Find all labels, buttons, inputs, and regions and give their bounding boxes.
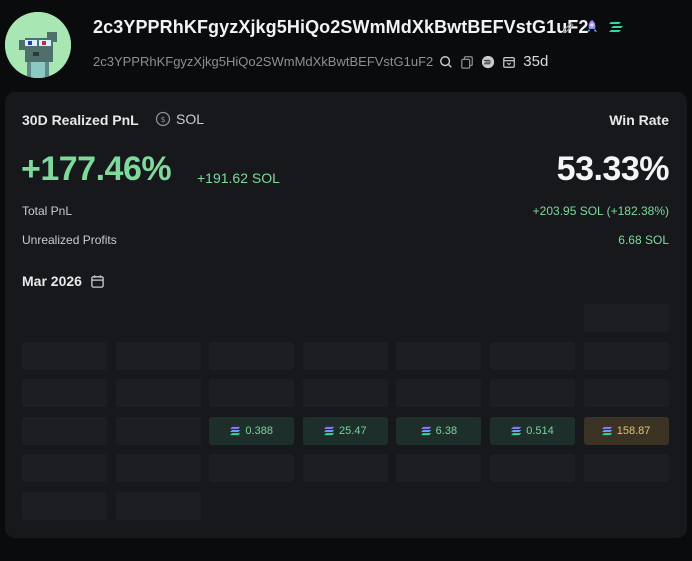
win-rate-value: 53.33% [556,150,670,188]
calendar-day [209,454,295,482]
currency-label: SOL [176,111,205,127]
sol-icon [511,426,522,436]
wallet-title: 2c3YPPRhKFgyzXjkg5HiQo2SWmMdXkBwtBEFVstG… [93,17,589,37]
month-picker[interactable]: Mar 2026 [22,273,106,289]
chain-icon[interactable] [480,54,496,70]
calendar-day [583,454,669,482]
calendar-day [490,341,575,370]
calendar-day-value: 6.38 [435,424,458,437]
calendar-day [115,341,201,370]
sol-icon [230,426,241,436]
unrealized-label: Unrealized Profits [22,233,117,247]
svg-text:$: $ [160,115,165,124]
unrealized-value: 6.68 SOL [618,233,669,247]
wallet-header: 2c3YPPRhKFgyzXjkg5HiQo2SWmMdXkBwtBEFVstG… [0,0,692,88]
currency-toggle[interactable]: $ SOL [155,111,204,127]
copy-icon[interactable] [459,54,475,70]
calendar-day [22,416,107,445]
calendar-day-pnl: 158.87 [583,416,669,445]
calendar-icon[interactable] [90,273,106,289]
calendar-day-value: 25.47 [339,424,367,437]
calendar-day [396,454,482,482]
pencil-icon[interactable] [560,19,576,35]
calendar-day-value: 0.388 [245,424,273,437]
calendar-day [22,454,107,482]
calendar-day [302,341,388,370]
realized-pnl-percent: +177.46% [21,150,172,188]
pnl-calendar: 0.388 25.47 6.38 0.514 158.87 [22,304,669,522]
calendar-day [209,341,295,370]
calendar-day [583,304,669,332]
calendar-day [490,379,575,407]
wallet-subrow: 2c3YPPRhKFgyzXjkg5HiQo2SWmMdXkBwtBEFVstG… [93,53,548,70]
calendar-box-icon [501,54,517,70]
calendar-day [115,416,201,445]
currency-icon: $ [155,111,171,127]
calendar-day [302,454,388,482]
total-pnl-label: Total PnL [22,204,73,218]
calendar-day-pnl: 6.38 [396,416,482,445]
calendar-day [583,379,669,407]
calendar-day [490,454,575,482]
calendar-day-pnl: 25.47 [302,416,388,445]
title-actions [560,19,624,35]
calendar-day-value: 158.87 [616,424,651,437]
search-icon[interactable] [438,54,454,70]
month-label: Mar 2026 [22,273,82,289]
calendar-day [22,341,107,370]
sol-icon [601,426,613,436]
wallet-age: 35d [523,53,549,70]
calendar-day [115,491,201,520]
sol-icon [420,426,432,436]
win-rate-title: Win Rate [609,112,669,128]
avatar [5,12,71,78]
rocket-icon[interactable] [584,19,600,35]
calendar-day [396,379,482,407]
calendar-day [22,379,107,407]
calendar-day [302,379,388,407]
realized-pnl-sol: +191.62 SOL [197,170,280,186]
solana-bars-icon[interactable] [608,19,624,35]
calendar-day [583,341,669,370]
calendar-day-pnl: 0.388 [209,416,295,445]
wallet-address: 2c3YPPRhKFgyzXjkg5HiQo2SWmMdXkBwtBEFVstG… [93,54,434,69]
pnl-title: 30D Realized PnL [22,112,139,128]
calendar-day [22,491,107,520]
calendar-day [115,454,201,482]
calendar-day [209,379,295,407]
sol-icon [324,426,335,436]
calendar-day [115,379,201,407]
calendar-day-pnl: 0.514 [490,416,575,445]
calendar-day-value: 0.514 [526,424,554,437]
calendar-day [396,341,482,370]
pnl-card: 30D Realized PnL $ SOL Win Rate +177.46%… [5,92,687,538]
total-pnl-value: +203.95 SOL (+182.38%) [532,204,669,218]
